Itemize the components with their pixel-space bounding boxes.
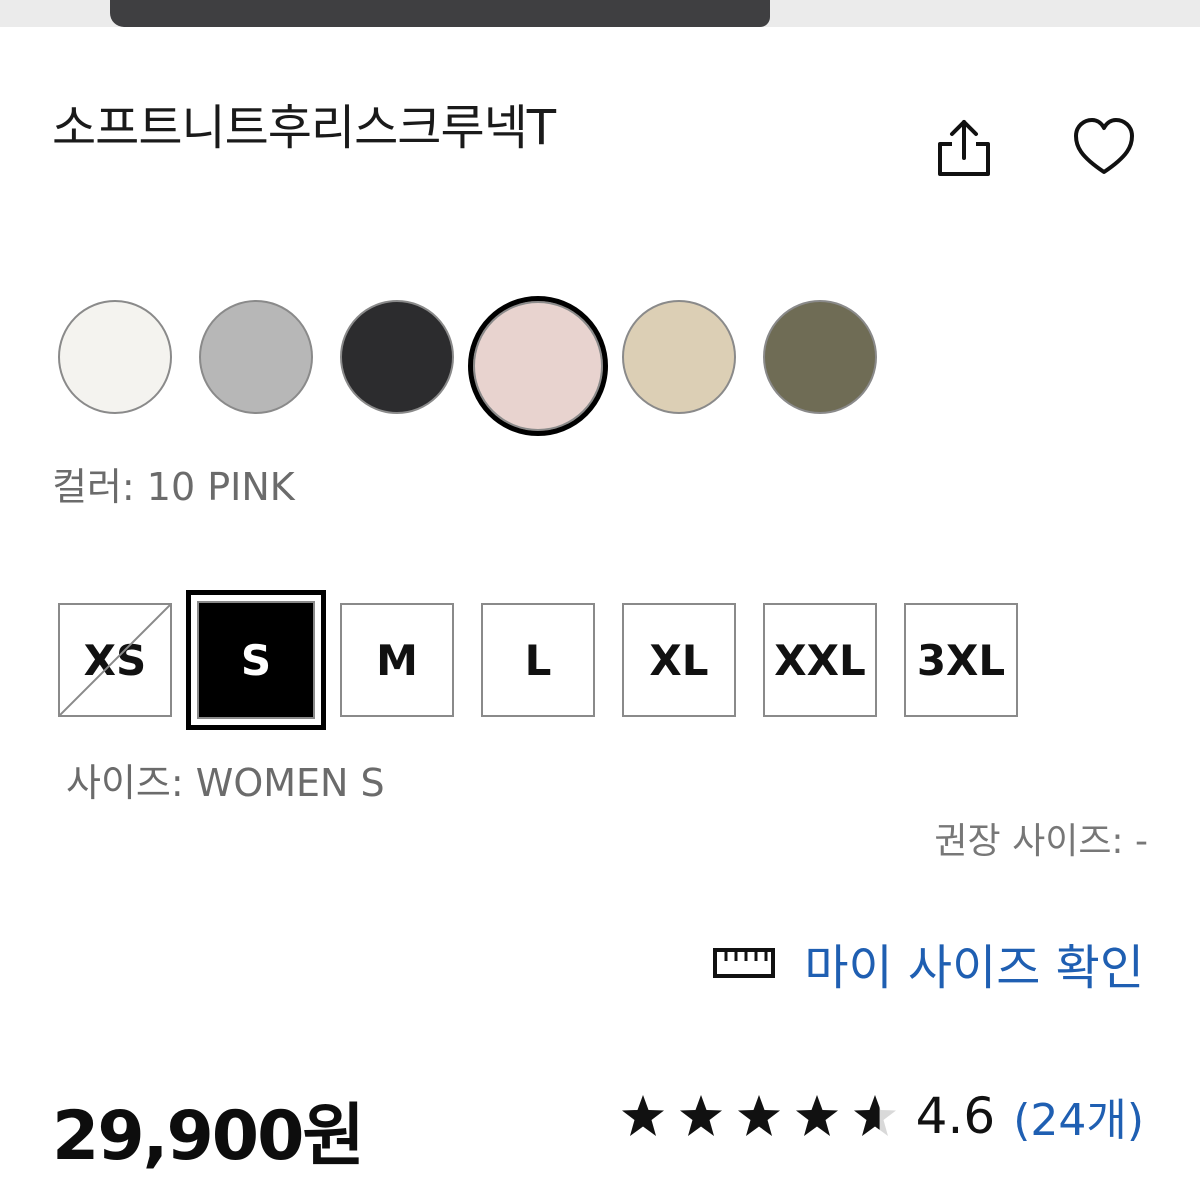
- unavailable-strike-icon: [60, 605, 170, 715]
- size-option-xl[interactable]: XL: [622, 603, 736, 717]
- size-option-3xl[interactable]: 3XL: [904, 603, 1018, 717]
- size-option-label: 3XL: [916, 635, 1006, 685]
- review-count-link[interactable]: (24개): [1013, 1084, 1144, 1148]
- color-swatch-gray[interactable]: [199, 300, 313, 414]
- size-option-xxl[interactable]: XXL: [763, 603, 877, 717]
- rating-value: 4.6: [915, 1087, 996, 1145]
- rating-stars: [608, 1093, 898, 1139]
- size-option-selected-fill: S: [197, 601, 315, 719]
- size-option-l[interactable]: L: [481, 603, 595, 717]
- color-swatch-beige[interactable]: [622, 300, 736, 414]
- size-option-label: L: [524, 635, 552, 685]
- my-size-check-link[interactable]: 마이 사이즈 확인: [712, 928, 1144, 998]
- product-title: 소프트니트후리스크루넥T: [52, 100, 556, 156]
- my-size-check-label: 마이 사이즈 확인: [804, 940, 1144, 996]
- favorite-button[interactable]: [1070, 116, 1138, 180]
- size-option-label: XL: [649, 635, 709, 685]
- recommended-size-label: 권장 사이즈: -: [934, 821, 1148, 862]
- product-image-fragment: [110, 0, 770, 27]
- size-label: 사이즈: WOMEN S: [66, 761, 385, 805]
- star-filled-icon: [679, 1095, 722, 1136]
- size-option-m[interactable]: M: [340, 603, 454, 717]
- size-option-xs[interactable]: XS: [58, 603, 172, 717]
- rating-summary[interactable]: 4.6 (24개): [608, 1084, 1144, 1148]
- size-option-label: XXL: [774, 635, 866, 685]
- color-swatch-off-white[interactable]: [58, 300, 172, 414]
- share-icon: [938, 120, 990, 176]
- size-option-label: M: [376, 635, 418, 685]
- size-option-label: S: [240, 635, 272, 685]
- product-image-bottom-edge: [0, 0, 1200, 27]
- star-filled-icon: [795, 1095, 838, 1136]
- color-swatch-olive[interactable]: [763, 300, 877, 414]
- share-button[interactable]: [930, 118, 998, 182]
- color-swatch-pink[interactable]: [468, 296, 608, 436]
- color-swatch-black[interactable]: [340, 300, 454, 414]
- star-filled-icon: [737, 1095, 780, 1136]
- heart-icon: [1074, 118, 1134, 174]
- product-price: 29,900원: [52, 1097, 365, 1176]
- ruler-icon: [713, 948, 776, 978]
- color-label: 컬러: 10 PINK: [52, 465, 295, 509]
- size-option-s[interactable]: S: [186, 590, 326, 730]
- star-partial-icon: [853, 1095, 896, 1136]
- star-filled-icon: [621, 1095, 664, 1136]
